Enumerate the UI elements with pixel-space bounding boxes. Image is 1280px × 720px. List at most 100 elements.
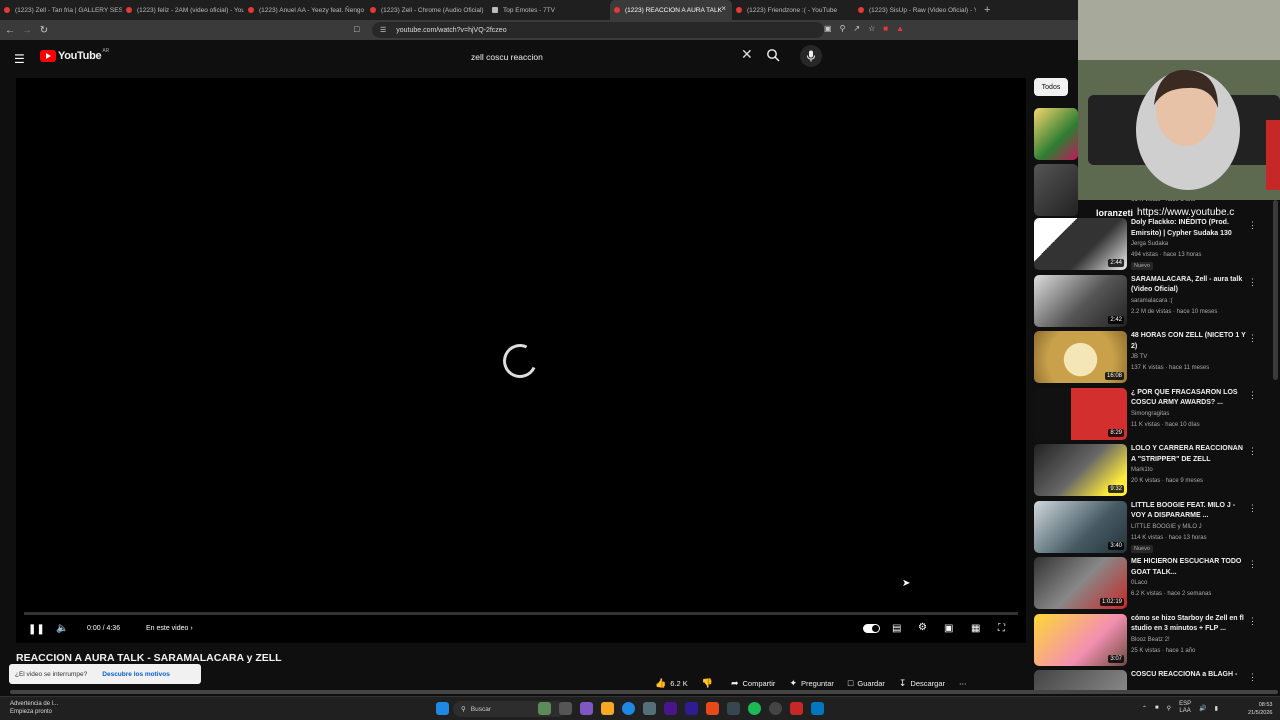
zoom-icon[interactable]: ⚲ xyxy=(840,24,846,33)
browser-tab[interactable]: (1223) Zell - Tan fria | GALLERY SESS xyxy=(0,0,122,20)
recommendation-item[interactable]: 3:40 LITTLE BOOGIE FEAT. MILO J - VOY A D… xyxy=(1034,500,1264,555)
recommendation-item[interactable]: 3:07 cómo se hizo Starboy de Zell en fl s… xyxy=(1034,613,1264,668)
recommendation-title[interactable]: ME HICIERON ESCUCHAR TODO GOAT TALK... xyxy=(1131,557,1249,578)
cast-icon[interactable]: ▣ xyxy=(824,24,832,33)
channel-name[interactable]: Mark1to xyxy=(1131,467,1153,473)
fullscreen-icon[interactable]: ⛶ xyxy=(998,623,1005,634)
spotify-icon[interactable] xyxy=(748,702,761,715)
recommendation-title[interactable]: 48 HORAS CON ZELL (NICETO 1 Y 2) xyxy=(1131,331,1249,352)
recommendation-item[interactable]: 8:29 ¿ POR QUE FRACASARON LOS COSCU ARMY … xyxy=(1034,387,1264,442)
chevron-up-icon[interactable]: ⌃ xyxy=(1142,705,1147,712)
weather-widget[interactable]: Advertencia de l... Empieza pronto xyxy=(10,700,58,716)
recommendation-title[interactable]: COSCU REACCIONA a BLAGH - xyxy=(1131,670,1249,681)
reload-icon[interactable]: ↻ xyxy=(37,25,51,36)
search-icon[interactable] xyxy=(766,48,780,62)
recommendation-item[interactable]: 1:02:19 ME HICIERON ESCUCHAR TODO GOAT TA… xyxy=(1034,557,1264,611)
star-icon[interactable]: ☆ xyxy=(868,24,875,33)
more-options-icon[interactable]: ⋮ xyxy=(1248,616,1257,627)
recommendation-title[interactable]: cómo se hizo Starboy de Zell en fl studi… xyxy=(1131,614,1249,635)
recommendation-item[interactable]: 2:42 SARAMALACARA, Zell - aura talk (Vide… xyxy=(1034,274,1264,329)
browser-tab[interactable]: (1223) Anuel AA - Yeezy feat. Ñengo xyxy=(244,0,366,20)
ask-button[interactable]: ✦ Preguntar xyxy=(789,678,833,689)
windows-start-icon[interactable] xyxy=(436,702,449,715)
browser-tab[interactable]: (1223) feliz - 2AM (video oficial) - You xyxy=(122,0,244,20)
share-button[interactable]: ➦ Compartir xyxy=(731,678,775,689)
progress-bar[interactable] xyxy=(24,612,1018,615)
close-tab-icon[interactable]: × xyxy=(721,4,726,13)
browser-tab[interactable]: (1223) REACCION A AURA TALK × xyxy=(610,0,732,20)
battery-icon[interactable]: ▮ xyxy=(1215,705,1218,712)
channel-name[interactable]: Blooz Beatz 2! xyxy=(1131,637,1170,643)
browser-tab[interactable]: (1223) Friendzone :( - YouTube xyxy=(732,0,854,20)
more-actions-icon[interactable]: ⋯ xyxy=(959,679,967,688)
app-icon[interactable] xyxy=(580,702,593,715)
miniplayer-icon[interactable]: ▣ xyxy=(944,623,953,634)
site-info-icon[interactable]: ☰ xyxy=(380,26,386,34)
channel-name[interactable]: Jerga Sudaka xyxy=(1131,241,1168,247)
edge-icon[interactable] xyxy=(622,702,635,715)
channel-name[interactable]: LITTLE BOOGIE y MILO J xyxy=(1131,524,1202,530)
more-options-icon[interactable]: ⋮ xyxy=(1248,503,1257,514)
app-icon[interactable] xyxy=(643,702,656,715)
youtube-logo[interactable]: YouTube AR xyxy=(40,48,109,62)
folder-icon[interactable] xyxy=(601,702,614,715)
more-options-icon[interactable]: ⋮ xyxy=(1248,390,1257,401)
more-options-icon[interactable]: ⋮ xyxy=(1248,220,1257,231)
app-icon[interactable] xyxy=(538,702,551,715)
language-indicator[interactable]: ESP LAA xyxy=(1179,701,1191,715)
more-options-icon[interactable]: ⋮ xyxy=(1248,333,1257,344)
recommendation-title[interactable]: LITTLE BOOGIE FEAT. MILO J - VOY A DISPA… xyxy=(1131,501,1249,522)
clear-search-icon[interactable]: ✕ xyxy=(741,46,753,63)
cast-icon[interactable]: ▦ xyxy=(971,623,980,634)
more-options-icon[interactable]: ⋮ xyxy=(1248,672,1257,683)
channel-name[interactable]: 0Laco xyxy=(1131,580,1147,586)
recommendation-item[interactable]: 9:32 LOLO Y CARRERA REACCIONAN A "STRIPPE… xyxy=(1034,444,1264,498)
toast-link[interactable]: Descubre los motivos xyxy=(102,671,170,678)
url-bar[interactable]: ☰ youtube.com/watch?v=hjVQ-2fczeo xyxy=(372,22,824,38)
video-player[interactable]: ➤ ❚❚ 🔈 0:00 / 4:36 En este video › ▤ ⚙ ▣… xyxy=(16,78,1026,643)
autoplay-toggle[interactable] xyxy=(863,624,880,633)
app-icon[interactable] xyxy=(727,702,740,715)
more-options-icon[interactable]: ⋮ xyxy=(1248,446,1257,457)
app-icon[interactable] xyxy=(769,702,782,715)
app-icon[interactable] xyxy=(664,702,677,715)
tray-app-icon[interactable]: ■ xyxy=(1155,705,1159,711)
dislike-button[interactable]: 👎 xyxy=(702,678,717,689)
chapters-button[interactable]: En este video › xyxy=(146,625,193,632)
extension-icon[interactable]: ■ xyxy=(883,24,888,33)
more-options-icon[interactable]: ⋮ xyxy=(1248,559,1257,570)
task-view-icon[interactable] xyxy=(559,702,572,715)
app-icon[interactable] xyxy=(790,702,803,715)
recommendation-title[interactable]: SARAMALACARA, Zell - aura talk (Video Of… xyxy=(1131,275,1249,296)
voice-search-button[interactable] xyxy=(800,45,822,67)
more-options-icon[interactable]: ⋮ xyxy=(1248,277,1257,288)
menu-icon[interactable]: ☰ xyxy=(14,52,25,66)
forward-icon[interactable]: → xyxy=(20,25,34,36)
app-icon[interactable] xyxy=(811,702,824,715)
brave-icon[interactable] xyxy=(706,702,719,715)
channel-name[interactable]: JB TV xyxy=(1131,354,1147,360)
channel-name[interactable]: saramalacara :( xyxy=(1131,298,1173,304)
recommendation-title[interactable]: Doly Flackko: INÉDITO (Prod. Emirsito) |… xyxy=(1131,218,1249,239)
sidebar-scrollbar[interactable] xyxy=(1273,200,1278,380)
recommendation-item[interactable]: 16:08 48 HORAS CON ZELL (NICETO 1 Y 2) JB … xyxy=(1034,331,1264,385)
network-icon[interactable]: ⚲ xyxy=(1167,705,1171,712)
new-tab-icon[interactable]: + xyxy=(984,4,990,16)
filter-chip-all[interactable]: Todos xyxy=(1034,78,1068,96)
page-horizontal-scrollbar[interactable] xyxy=(10,690,1278,694)
volume-icon[interactable]: 🔊 xyxy=(1199,705,1206,712)
like-button[interactable]: 👍 6.2 K xyxy=(655,678,688,689)
share-icon[interactable]: ↗ xyxy=(853,24,860,33)
channel-name[interactable]: Simongragitas xyxy=(1131,411,1169,417)
subtitles-icon[interactable]: ▤ xyxy=(892,623,901,634)
settings-gear-icon[interactable]: ⚙ xyxy=(918,622,927,633)
download-button[interactable]: ↧ Descargar xyxy=(899,678,945,689)
save-button[interactable]: □ Guardar xyxy=(848,678,885,688)
browser-tab[interactable]: Top Emotes - 7TV xyxy=(488,0,610,20)
browser-tab[interactable]: (1223) SisUp - Raw (Video Oficial) - Y xyxy=(854,0,976,20)
alert-icon[interactable]: ▲ xyxy=(896,24,904,33)
back-icon[interactable]: ← xyxy=(3,25,17,36)
recommendation-item[interactable]: COSCU REACCIONA a BLAGH - ⋮ xyxy=(1034,670,1264,690)
search-input[interactable]: zell coscu reaccion xyxy=(462,46,762,68)
bookmark-icon[interactable]: □ xyxy=(354,24,359,34)
